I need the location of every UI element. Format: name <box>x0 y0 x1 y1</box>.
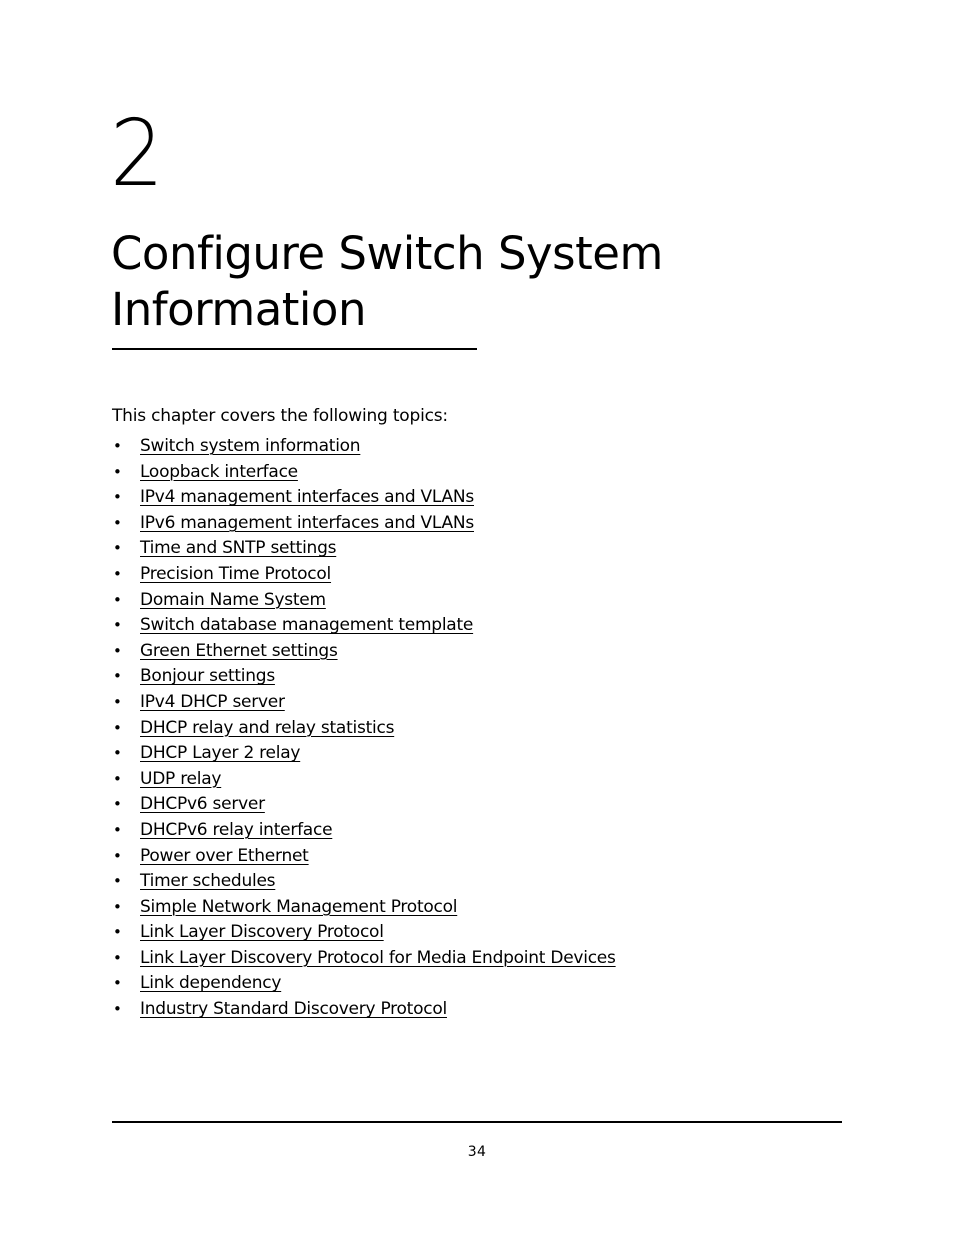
bullet-icon: • <box>113 564 122 583</box>
bullet-icon: • <box>113 718 122 737</box>
topic-link[interactable]: Power over Ethernet <box>140 844 309 870</box>
topic-link[interactable]: DHCPv6 relay interface <box>140 818 333 844</box>
bullet-icon: • <box>113 539 122 558</box>
topic-link[interactable]: Industry Standard Discovery Protocol <box>140 997 447 1023</box>
bullet-icon: • <box>113 437 122 455</box>
bullet-icon: • <box>113 897 122 916</box>
topic-link[interactable]: Domain Name System <box>140 588 326 614</box>
bullet-icon: • <box>113 795 122 814</box>
bullet-icon: • <box>113 667 122 686</box>
bullet-icon: • <box>113 462 122 481</box>
bullet-icon: • <box>113 948 122 967</box>
topic-link[interactable]: Time and SNTP settings <box>140 536 336 562</box>
bullet-icon: • <box>113 769 122 788</box>
bullet-icon: • <box>113 846 122 865</box>
bullet-icon: • <box>113 590 122 609</box>
chapter-number: 2 <box>110 100 164 207</box>
bullet-icon: • <box>113 488 122 507</box>
bullet-icon: • <box>113 513 122 532</box>
title-divider <box>112 348 477 350</box>
bullet-icon: • <box>113 820 122 839</box>
bullet-icon: • <box>113 872 122 891</box>
topic-link[interactable]: Green Ethernet settings <box>140 639 338 665</box>
page-number: 34 <box>467 1144 487 1160</box>
bullet-icon: • <box>113 974 122 993</box>
topic-link[interactable]: Link Layer Discovery Protocol <box>140 920 384 946</box>
bullet-icon: • <box>113 692 122 711</box>
topic-link[interactable]: DHCP Layer 2 relay <box>140 741 300 767</box>
topic-link[interactable]: DHCP relay and relay statistics <box>140 716 394 742</box>
intro-text: This chapter covers the following topics… <box>112 406 448 426</box>
topic-link[interactable]: Simple Network Management Protocol <box>140 895 457 921</box>
chapter-title: Configure Switch System Information <box>111 227 663 336</box>
bullet-icon: • <box>113 744 122 763</box>
topic-link[interactable]: IPv4 DHCP server <box>140 690 285 716</box>
topic-link[interactable]: DHCPv6 server <box>140 792 265 818</box>
topic-link[interactable]: Switch system information <box>140 434 361 460</box>
topic-link[interactable]: Timer schedules <box>140 869 276 895</box>
bullet-icon: • <box>113 641 122 660</box>
topic-link[interactable]: Loopback interface <box>140 460 298 486</box>
bullet-icon: • <box>113 1000 122 1019</box>
topic-link[interactable]: Switch database management template <box>140 613 473 639</box>
topic-link[interactable]: Bonjour settings <box>140 664 275 690</box>
topic-link[interactable]: Precision Time Protocol <box>140 562 331 588</box>
topic-link[interactable]: IPv4 management interfaces and VLANs <box>140 485 474 511</box>
topic-link[interactable]: UDP relay <box>140 767 221 793</box>
topic-link[interactable]: IPv6 management interfaces and VLANs <box>140 511 474 537</box>
bullet-icon: • <box>113 923 122 942</box>
topic-link[interactable]: Link Layer Discovery Protocol for Media … <box>140 946 616 972</box>
topic-link[interactable]: Link dependency <box>140 971 281 997</box>
footer-divider <box>112 1121 842 1123</box>
bullet-icon: • <box>113 616 122 635</box>
